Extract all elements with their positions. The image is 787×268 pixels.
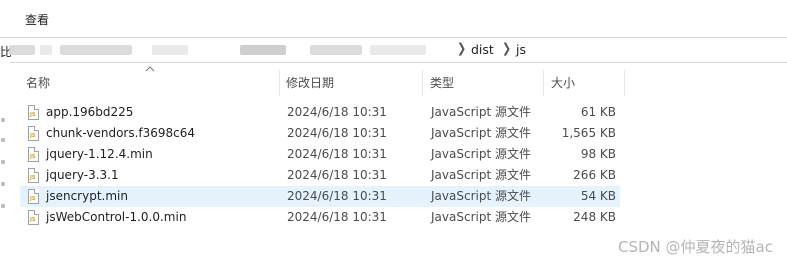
file-size: 1,565 KB <box>561 126 616 140</box>
file-type: JavaScript 源文件 <box>431 105 531 119</box>
file-date: 2024/6/18 10:31 <box>287 168 387 182</box>
file-type: JavaScript 源文件 <box>431 189 531 203</box>
file-name: jquery-1.12.4.min <box>46 147 153 161</box>
file-date: 2024/6/18 10:31 <box>287 126 387 140</box>
file-type: JavaScript 源文件 <box>431 147 531 161</box>
file-date: 2024/6/18 10:31 <box>287 189 387 203</box>
nav-pane-marker <box>1 182 5 186</box>
redacted-path <box>240 45 286 55</box>
column-divider[interactable] <box>422 70 423 96</box>
redacted-path <box>310 45 362 55</box>
column-header-type[interactable]: 类型 <box>424 70 542 96</box>
file-size: 266 KB <box>573 168 616 182</box>
column-divider[interactable] <box>543 70 544 96</box>
file-type: JavaScript 源文件 <box>431 168 531 182</box>
file-date: 2024/6/18 10:31 <box>287 105 387 119</box>
column-header-date[interactable]: 修改日期 <box>280 70 420 96</box>
file-row[interactable]: JS jsencrypt.min 2024/6/18 10:31 JavaScr… <box>20 186 620 207</box>
js-file-icon: JS <box>28 147 39 162</box>
breadcrumb-dist[interactable]: dist <box>471 42 494 57</box>
file-size: 248 KB <box>573 210 616 224</box>
js-file-icon: JS <box>28 210 39 225</box>
column-header-size[interactable]: 大小 <box>545 70 623 96</box>
navigation-pane-edge <box>0 62 10 268</box>
redacted-path <box>370 45 426 55</box>
file-row[interactable]: JS jquery-1.12.4.min 2024/6/18 10:31 Jav… <box>20 144 620 165</box>
js-file-icon: JS <box>28 126 39 141</box>
js-file-icon: JS <box>28 105 39 120</box>
column-divider[interactable] <box>624 70 625 96</box>
view-menu[interactable]: 查看 <box>22 10 52 29</box>
breadcrumb-separator-icon[interactable]: ❯ <box>457 41 466 57</box>
breadcrumb-js[interactable]: js <box>516 42 526 57</box>
file-type: JavaScript 源文件 <box>431 210 531 224</box>
file-row[interactable]: JS jsWebControl-1.0.0.min 2024/6/18 10:3… <box>20 207 620 228</box>
file-name: chunk-vendors.f3698c64 <box>46 126 196 140</box>
file-type: JavaScript 源文件 <box>431 126 531 140</box>
file-row[interactable]: JS jquery-3.3.1 2024/6/18 10:31 JavaScri… <box>20 165 620 186</box>
file-row[interactable]: JS app.196bd225 2024/6/18 10:31 JavaScri… <box>20 102 620 123</box>
address-bar[interactable]: 比 ❯ dist ❯ js <box>0 37 787 63</box>
file-explorer-window: 查看 比 ❯ dist ❯ js 名称 修改日期 类型 大小 JS app.19… <box>0 0 787 268</box>
breadcrumb-separator-icon[interactable]: ❯ <box>502 41 511 57</box>
nav-pane-marker <box>1 160 5 164</box>
js-file-icon: JS <box>28 189 39 204</box>
file-date: 2024/6/18 10:31 <box>287 147 387 161</box>
file-date: 2024/6/18 10:31 <box>287 210 387 224</box>
column-header-name[interactable]: 名称 <box>20 70 278 96</box>
redacted-path <box>60 45 132 55</box>
file-size: 54 KB <box>580 189 616 203</box>
redacted-path <box>9 45 35 55</box>
file-size: 98 KB <box>580 147 616 161</box>
menu-bar: 查看 <box>0 0 787 36</box>
watermark: CSDN @仲夏夜的猫ac <box>618 238 773 256</box>
file-name: app.196bd225 <box>46 105 134 119</box>
nav-pane-marker <box>1 118 5 122</box>
js-file-icon: JS <box>28 168 39 183</box>
file-name: jquery-3.3.1 <box>46 168 119 182</box>
file-size: 61 KB <box>580 105 616 119</box>
file-name: jsWebControl-1.0.0.min <box>46 210 187 224</box>
file-name: jsencrypt.min <box>46 189 128 203</box>
nav-pane-marker <box>1 204 5 208</box>
nav-pane-marker <box>1 138 5 142</box>
file-list: JS app.196bd225 2024/6/18 10:31 JavaScri… <box>20 102 620 228</box>
file-row[interactable]: JS chunk-vendors.f3698c64 2024/6/18 10:3… <box>20 123 620 144</box>
redacted-path <box>40 45 52 55</box>
redacted-path <box>152 45 188 55</box>
